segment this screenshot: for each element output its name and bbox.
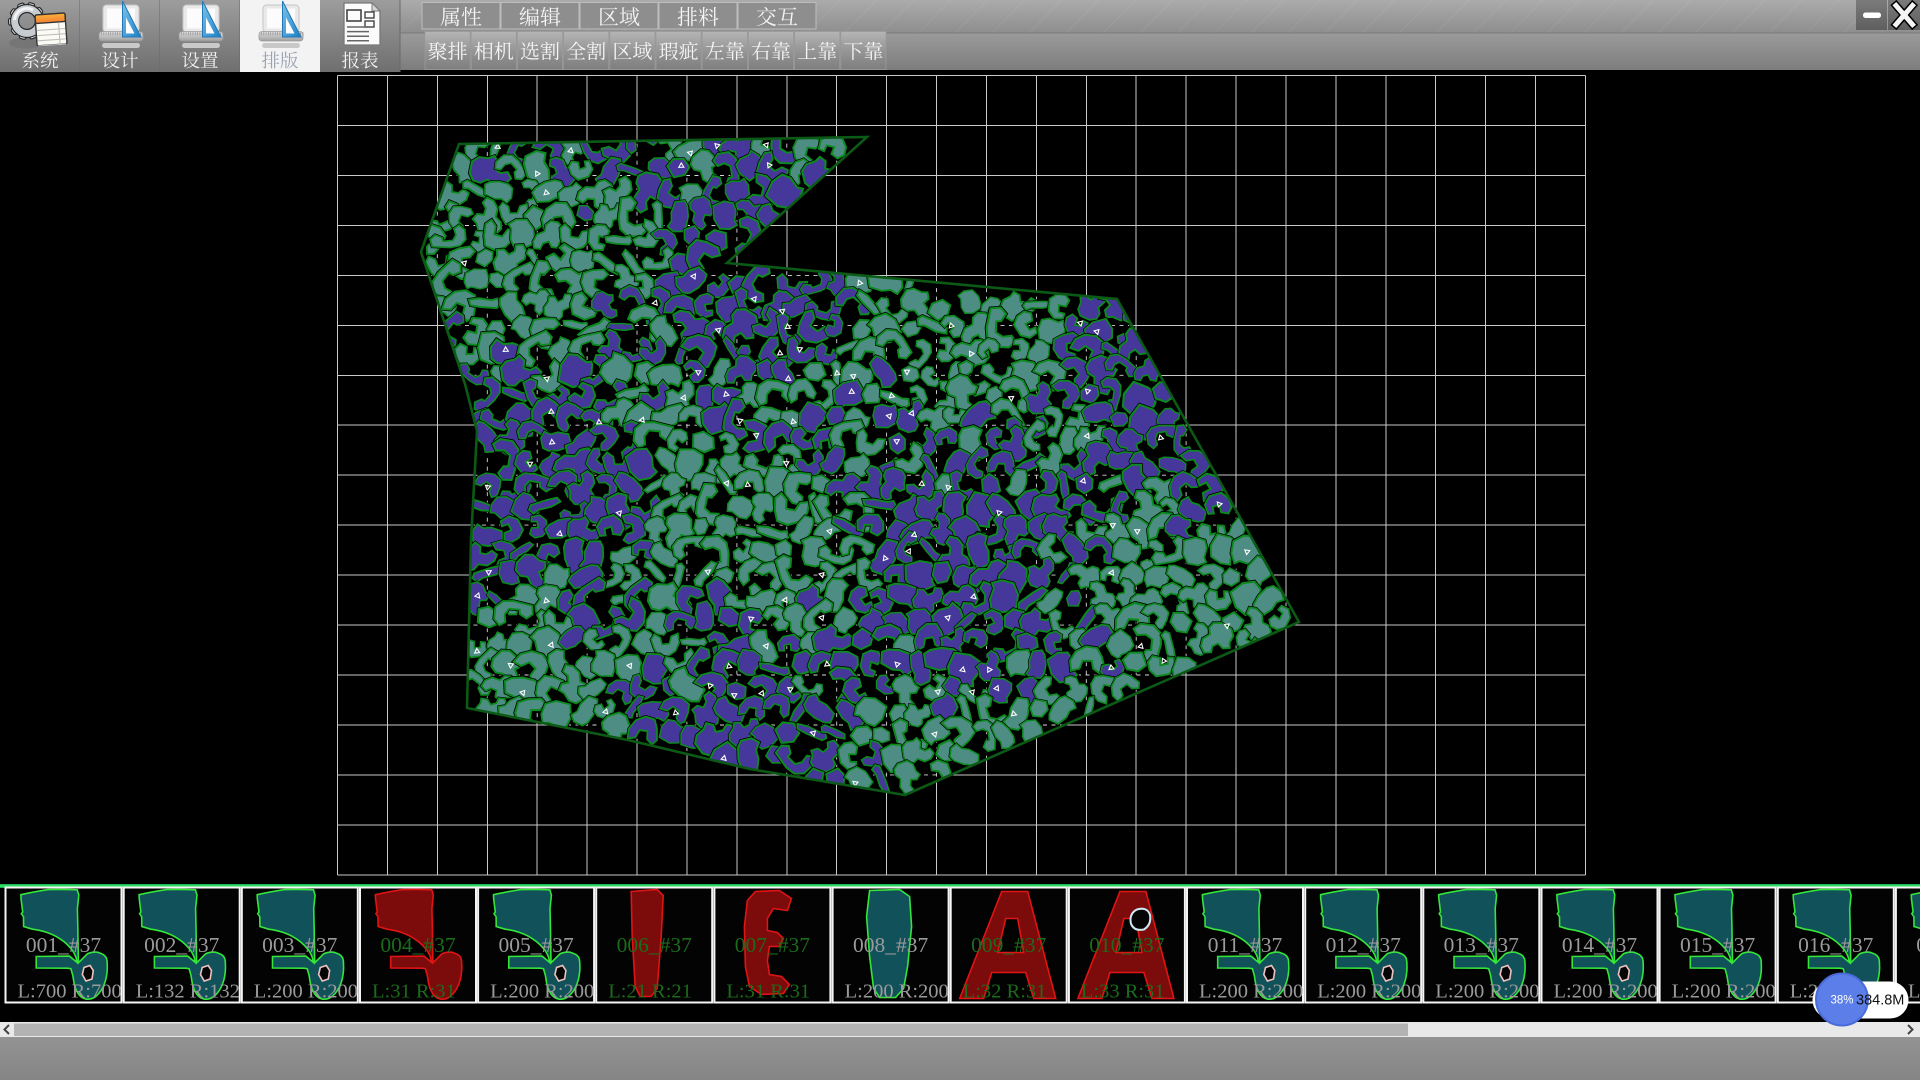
svg-text:L:200 R:200: L:200 R:200 bbox=[1908, 981, 1920, 1003]
svg-text:003_#37: 003_#37 bbox=[262, 933, 338, 957]
svg-text:014_#37: 014_#37 bbox=[1562, 933, 1638, 957]
svg-text:L:200 R:200: L:200 R:200 bbox=[1199, 981, 1303, 1003]
svg-text:L:200 R:200: L:200 R:200 bbox=[845, 981, 949, 1003]
svg-text:L:200 R:200: L:200 R:200 bbox=[1317, 981, 1421, 1003]
svg-text:009_#37: 009_#37 bbox=[971, 933, 1046, 957]
svg-text:L:32 R:31: L:32 R:31 bbox=[963, 981, 1047, 1003]
svg-text:017_#37: 017_#37 bbox=[1916, 933, 1920, 957]
svg-text:005_#37: 005_#37 bbox=[498, 933, 573, 957]
svg-text:011_#37: 011_#37 bbox=[1208, 933, 1283, 957]
svg-text:004_#37: 004_#37 bbox=[380, 933, 456, 957]
svg-text:L:21 R:21: L:21 R:21 bbox=[608, 981, 692, 1003]
svg-text:012_#37: 012_#37 bbox=[1326, 933, 1402, 957]
svg-text:L:31 R:31: L:31 R:31 bbox=[726, 981, 810, 1003]
svg-text:L:700 R:700: L:700 R:700 bbox=[18, 981, 122, 1003]
svg-text:013_#37: 013_#37 bbox=[1444, 933, 1520, 957]
svg-text:001_#37: 001_#37 bbox=[26, 933, 102, 957]
svg-text:L:200 R:200: L:200 R:200 bbox=[1554, 981, 1658, 1003]
svg-text:016_#37: 016_#37 bbox=[1798, 933, 1874, 957]
svg-text:L:33 R:31: L:33 R:31 bbox=[1081, 981, 1165, 1003]
svg-text:L:132 R:132: L:132 R:132 bbox=[136, 981, 240, 1003]
svg-text:L:200 R:200: L:200 R:200 bbox=[490, 981, 594, 1003]
svg-text:L:31 R:31: L:31 R:31 bbox=[372, 981, 456, 1003]
svg-text:L:200 R:200: L:200 R:200 bbox=[1672, 981, 1776, 1003]
svg-text:L:200 R:200: L:200 R:200 bbox=[254, 981, 358, 1003]
svg-text:38%: 38% bbox=[1830, 995, 1853, 1007]
svg-text:L:200 R:200: L:200 R:200 bbox=[1435, 981, 1539, 1003]
svg-text:384.8M: 384.8M bbox=[1856, 993, 1904, 1009]
svg-text:007_#37: 007_#37 bbox=[735, 933, 811, 957]
svg-text:008_#37: 008_#37 bbox=[853, 933, 929, 957]
svg-text:002_#37: 002_#37 bbox=[144, 933, 220, 957]
svg-text:006_#37: 006_#37 bbox=[617, 933, 693, 957]
svg-text:015_#37: 015_#37 bbox=[1680, 933, 1756, 957]
svg-text:010_#37: 010_#37 bbox=[1089, 933, 1165, 957]
